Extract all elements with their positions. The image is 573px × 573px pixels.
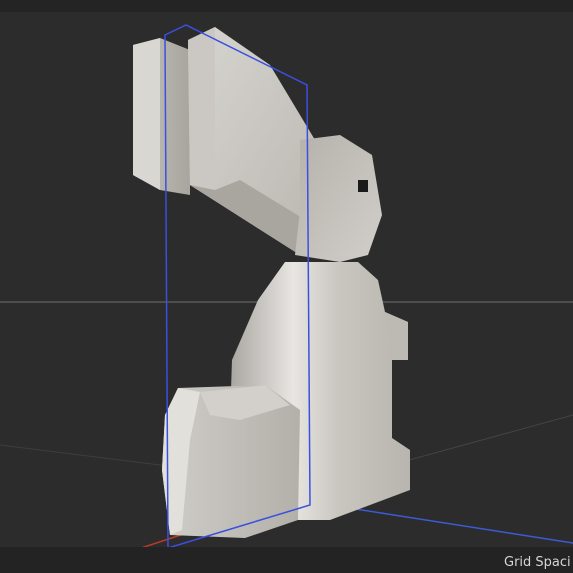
viewport-scene[interactable] [0,0,573,573]
rabbit-eye [358,180,368,192]
rabbit-model[interactable] [133,27,410,538]
grid-spacing-label: Grid Spaci [504,555,571,570]
3d-viewport[interactable]: Grid Spaci [0,0,573,573]
z-axis-line [329,504,573,544]
viewport-status-bar [0,547,573,573]
